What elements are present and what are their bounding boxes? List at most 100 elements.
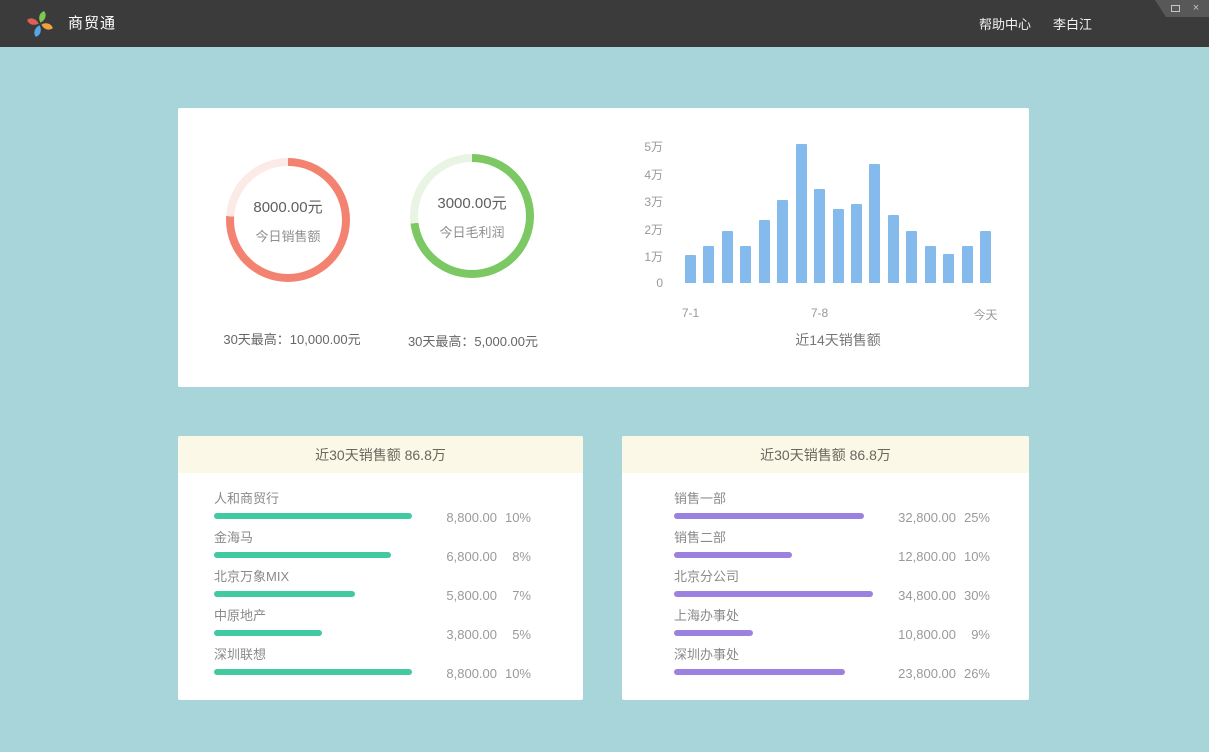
rank-item-values: 23,800.00 26% <box>890 666 990 681</box>
rank-item-values: 6,800.00 8% <box>431 549 531 564</box>
rank-item-percent: 10% <box>956 549 990 564</box>
x-axis-labels: 7-17-8今天 <box>685 306 991 322</box>
today-profit-30day-max: 30天最高：5,000.00元 <box>383 331 563 350</box>
bar <box>888 215 899 283</box>
bar <box>703 246 714 283</box>
bar <box>962 246 973 283</box>
user-name-menu[interactable]: 李白江 <box>1053 14 1092 33</box>
rank-item-amount: 32,800.00 <box>890 510 956 525</box>
y-axis-labels: 5万4万3万2万1万0 <box>623 138 663 298</box>
close-icon: × <box>1193 3 1199 14</box>
rank-item-bar <box>214 591 355 597</box>
bar <box>943 254 954 283</box>
rank-item-name: 北京万象MIX <box>214 570 583 584</box>
rank-item-percent: 8% <box>497 549 531 564</box>
rank-item-amount: 34,800.00 <box>890 588 956 603</box>
rank-item-name: 北京分公司 <box>674 570 1029 584</box>
rank-item-values: 34,800.00 30% <box>890 588 990 603</box>
rank-item-percent: 9% <box>956 627 990 642</box>
rank-row: 销售一部 32,800.00 25% <box>674 492 1029 531</box>
y-tick-label: 1万 <box>623 248 663 265</box>
rank-item-values: 32,800.00 25% <box>890 510 990 525</box>
dept-rank-title: 近30天销售额 86.8万 <box>622 436 1029 473</box>
rank-item-percent: 30% <box>956 588 990 603</box>
x-tick-label: 今天 <box>973 306 997 323</box>
bar <box>869 164 880 283</box>
today-sales-value: 8000.00元 <box>253 196 322 217</box>
rank-row: 深圳联想 8,800.00 10% <box>214 648 583 687</box>
rank-item-name: 上海办事处 <box>674 609 1029 623</box>
top-navigation: 帮助中心 李白江 <box>979 0 1092 47</box>
rank-item-amount: 10,800.00 <box>890 627 956 642</box>
rank-item-amount: 23,800.00 <box>890 666 956 681</box>
rank-item-percent: 7% <box>497 588 531 603</box>
customer-rank-card: 近30天销售额 86.8万 人和商贸行 8,800.00 10% 金海马 6,8… <box>178 436 583 700</box>
overview-card: 8000.00元 今日销售额 30天最高：10,000.00元 3000.00元… <box>178 108 1029 387</box>
y-tick-label: 3万 <box>623 193 663 210</box>
rank-item-amount: 8,800.00 <box>431 510 497 525</box>
rank-item-name: 中原地产 <box>214 609 583 623</box>
rank-item-bar <box>214 552 391 558</box>
rank-item-name: 深圳办事处 <box>674 648 1029 662</box>
minimize-icon <box>1150 8 1159 9</box>
rank-item-bar <box>214 513 412 519</box>
x-tick-label: 7-8 <box>811 306 828 320</box>
today-profit-donut-center: 3000.00元 今日毛利润 <box>418 162 526 270</box>
y-tick-label: 0 <box>623 276 663 290</box>
rank-row: 金海马 6,800.00 8% <box>214 531 583 570</box>
rank-item-amount: 12,800.00 <box>890 549 956 564</box>
today-profit-label: 今日毛利润 <box>439 222 504 241</box>
rank-item-amount: 5,800.00 <box>431 588 497 603</box>
rank-item-percent: 25% <box>956 510 990 525</box>
window-controls: × <box>1147 0 1209 17</box>
rank-item-amount: 6,800.00 <box>431 549 497 564</box>
rank-item-bar <box>674 552 792 558</box>
rank-item-percent: 10% <box>497 666 531 681</box>
bar <box>796 144 807 283</box>
y-tick-label: 4万 <box>623 166 663 183</box>
close-button[interactable]: × <box>1190 3 1202 15</box>
dept-rank-list: 销售一部 32,800.00 25% 销售二部 12,800.00 10% 北京… <box>622 473 1029 687</box>
y-tick-label: 5万 <box>623 138 663 155</box>
bar <box>980 231 991 283</box>
rank-item-values: 3,800.00 5% <box>431 627 531 642</box>
x-tick-label: 7-1 <box>682 306 699 320</box>
rank-item-name: 人和商贸行 <box>214 492 583 506</box>
today-profit-value: 3000.00元 <box>437 192 506 213</box>
today-sales-donut-center: 8000.00元 今日销售额 <box>234 166 342 274</box>
rank-item-values: 8,800.00 10% <box>431 666 531 681</box>
help-center-link[interactable]: 帮助中心 <box>979 14 1031 33</box>
app-logo-pinwheel-icon <box>25 9 55 39</box>
rank-item-values: 8,800.00 10% <box>431 510 531 525</box>
minimize-button[interactable] <box>1148 3 1160 15</box>
bar <box>777 200 788 283</box>
rank-item-name: 金海马 <box>214 531 583 545</box>
bar-chart-title: 近14天销售额 <box>685 330 991 350</box>
rank-row: 北京万象MIX 5,800.00 7% <box>214 570 583 609</box>
rank-item-values: 5,800.00 7% <box>431 588 531 603</box>
bar <box>906 231 917 283</box>
today-sales-30day-max: 30天最高：10,000.00元 <box>202 329 382 348</box>
bar <box>740 246 751 283</box>
rank-item-percent: 10% <box>497 510 531 525</box>
maximize-button[interactable] <box>1169 3 1181 15</box>
bar <box>759 220 770 284</box>
rank-item-bar <box>674 513 864 519</box>
dept-rank-card: 近30天销售额 86.8万 销售一部 32,800.00 25% 销售二部 12… <box>622 436 1029 700</box>
rank-item-bar <box>214 669 412 675</box>
today-sales-donut-chart: 8000.00元 今日销售额 <box>226 158 350 282</box>
bar <box>851 204 862 283</box>
rank-item-bar <box>214 630 322 636</box>
bar <box>833 209 844 284</box>
title-bar: 商贸通 帮助中心 李白江 × <box>0 0 1209 47</box>
maximize-icon <box>1171 5 1180 12</box>
rank-item-name: 销售二部 <box>674 531 1029 545</box>
rank-item-name: 销售一部 <box>674 492 1029 506</box>
rank-row: 北京分公司 34,800.00 30% <box>674 570 1029 609</box>
rank-item-percent: 5% <box>497 627 531 642</box>
bar <box>814 189 825 283</box>
rank-row: 上海办事处 10,800.00 9% <box>674 609 1029 648</box>
sales-bar-chart-bars <box>685 145 991 283</box>
customer-rank-title: 近30天销售额 86.8万 <box>178 436 583 473</box>
rank-item-percent: 26% <box>956 666 990 681</box>
